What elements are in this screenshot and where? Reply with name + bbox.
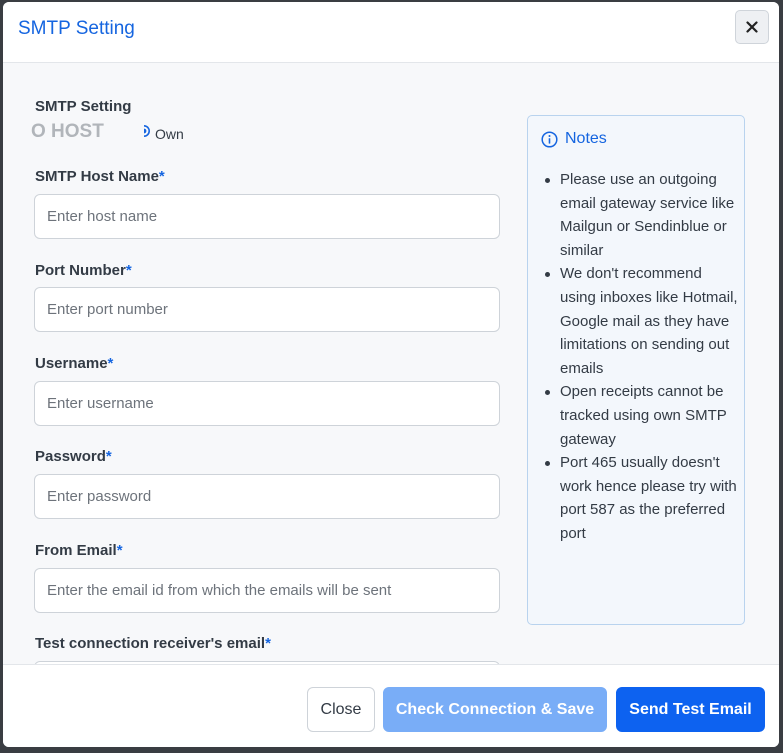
notes-item: Open receipts cannot be tracked using ow…: [545, 380, 744, 451]
modal-footer: Close Check Connection & Save Send Test …: [3, 664, 779, 747]
radio-own-label: Own: [155, 126, 184, 142]
required-marker: *: [105, 448, 112, 465]
notes-list: Please use an outgoing email gateway ser…: [528, 168, 744, 546]
radio-host-option[interactable]: O HOST: [31, 121, 104, 143]
modal-title: SMTP Setting: [18, 18, 135, 39]
notes-panel: Notes Please use an outgoing email gatew…: [527, 115, 745, 625]
password-label: Password*: [35, 448, 112, 465]
required-marker: *: [107, 355, 114, 372]
send-test-email-button[interactable]: Send Test Email: [616, 687, 765, 732]
smtp-setting-modal: SMTP Setting SMTP Setting O HOST Own SMT…: [3, 2, 779, 747]
notes-title: Notes: [565, 130, 607, 147]
required-marker: *: [116, 542, 123, 559]
smtp-mode-radio-group: O HOST Own: [31, 121, 231, 145]
close-button[interactable]: Close: [307, 687, 375, 732]
modal-body: SMTP Setting O HOST Own SMTP Host Name* …: [3, 63, 779, 664]
close-modal-button[interactable]: [735, 10, 769, 44]
username-input[interactable]: [34, 381, 500, 426]
modal-header: SMTP Setting: [3, 2, 779, 63]
port-number-input[interactable]: [34, 287, 500, 332]
smtp-host-name-input[interactable]: [34, 194, 500, 239]
smtp-setting-label: SMTP Setting: [35, 98, 132, 115]
from-email-input[interactable]: [34, 568, 500, 613]
notes-item: Please use an outgoing email gateway ser…: [545, 168, 744, 262]
port-number-label: Port Number*: [35, 262, 132, 279]
check-connection-save-button[interactable]: Check Connection & Save: [383, 687, 607, 732]
smtp-host-name-label: SMTP Host Name*: [35, 168, 165, 185]
required-marker: *: [265, 635, 271, 652]
test-receiver-email-label: Test connection receiver's email*: [35, 635, 271, 652]
info-icon: [541, 131, 558, 148]
username-label: Username*: [35, 355, 114, 372]
radio-own-button[interactable]: [143, 125, 150, 137]
from-email-label: From Email*: [35, 542, 123, 559]
notes-item: Port 465 usually doesn't work hence plea…: [545, 451, 744, 545]
notes-item: We don't recommend using inboxes like Ho…: [545, 262, 744, 380]
password-input[interactable]: [34, 474, 500, 519]
required-marker: *: [125, 262, 132, 279]
required-marker: *: [158, 168, 165, 185]
close-icon: [746, 21, 758, 33]
